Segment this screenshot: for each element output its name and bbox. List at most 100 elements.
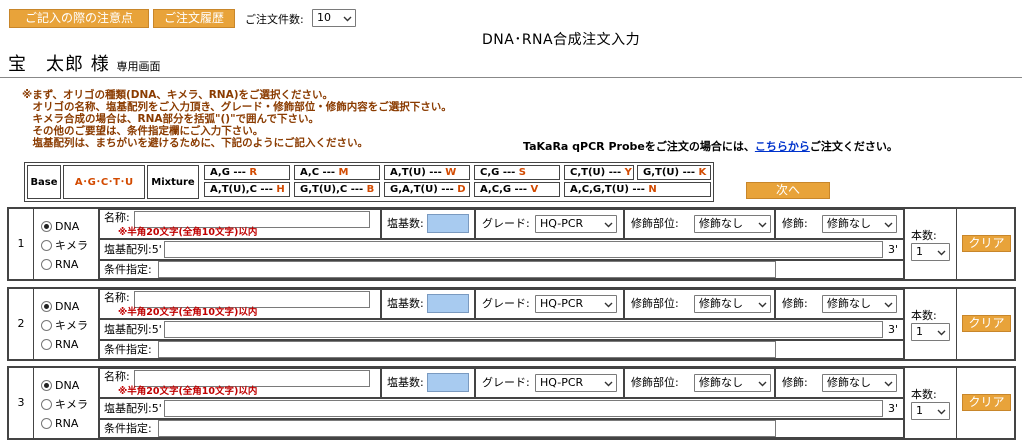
- note-line: ※まず、オリゴの種類(DNA、キメラ、RNA)をご選択ください。: [22, 89, 333, 101]
- probe-link[interactable]: こちらから: [755, 140, 810, 153]
- clear-button[interactable]: クリア: [962, 235, 1011, 252]
- quantity-select[interactable]: 1: [911, 243, 950, 261]
- mixture-code: H: [276, 184, 285, 195]
- mod-cell: 修飾: 修飾なし: [775, 368, 904, 398]
- conditions-input[interactable]: [158, 341, 776, 358]
- name-label: 名称:: [104, 211, 130, 224]
- base-count-label: 塩基数:: [387, 217, 424, 230]
- mixture-code: M: [338, 167, 349, 178]
- chevron-down-icon: [937, 407, 946, 416]
- type-rna-radio[interactable]: RNA: [41, 338, 101, 352]
- mod-site-cell: 修飾部位: 修飾なし: [624, 368, 775, 398]
- name-warning: ※半角20文字(全角10文字)以内: [118, 386, 258, 397]
- type-chimera-label: キメラ: [55, 239, 88, 252]
- instructions: ※まず、オリゴの種類(DNA、キメラ、RNA)をご選択ください。 オリゴの名称、…: [22, 89, 452, 149]
- oligo-name-input[interactable]: [134, 291, 370, 308]
- mod-select[interactable]: 修飾なし: [822, 374, 897, 392]
- radio-icon: [41, 221, 52, 232]
- grade-select[interactable]: HQ-PCR: [535, 215, 617, 233]
- type-chimera-radio[interactable]: キメラ: [41, 239, 101, 253]
- mod-select[interactable]: 修飾なし: [822, 295, 897, 313]
- type-rna-label: RNA: [55, 338, 79, 351]
- grade-select[interactable]: HQ-PCR: [535, 374, 617, 392]
- conditions-input[interactable]: [158, 261, 776, 278]
- grade-cell: グレード: HQ-PCR: [475, 289, 624, 319]
- clear-button[interactable]: クリア: [962, 315, 1011, 332]
- chevron-down-icon: [343, 14, 352, 23]
- type-dna-label: DNA: [55, 300, 80, 313]
- notes-button[interactable]: ご記入の際の注意点: [9, 9, 149, 28]
- type-chimera-radio[interactable]: キメラ: [41, 398, 101, 412]
- radio-icon: [41, 320, 52, 331]
- grade-label: グレード:: [482, 217, 530, 230]
- conditions-label: 条件指定:: [104, 343, 152, 356]
- quantity-cell: 本数: 1: [904, 209, 957, 279]
- quantity-select[interactable]: 1: [911, 323, 950, 341]
- mod-select[interactable]: 修飾なし: [822, 215, 897, 233]
- base-code-table: Base A･G･C･T･U Mixture A,G --- R A,C --- …: [24, 162, 714, 202]
- quantity-label: 本数:: [911, 309, 937, 322]
- sequence-label: 塩基配列:5': [104, 402, 162, 415]
- radio-icon: [41, 399, 52, 410]
- conditions-label: 条件指定:: [104, 263, 152, 276]
- mod-site-label: 修飾部位:: [631, 376, 679, 389]
- three-prime-label: 3': [888, 323, 899, 336]
- name-cell: 名称: ※半角20文字(全角10文字)以内: [99, 289, 381, 319]
- order-count-select[interactable]: 10: [312, 9, 356, 27]
- order-fields: 名称: ※半角20文字(全角10文字)以内 塩基数: グレード: HQ-PCR …: [99, 289, 904, 359]
- sequence-label: 塩基配列:5': [104, 323, 162, 336]
- oligo-name-input[interactable]: [134, 370, 370, 387]
- chevron-down-icon: [604, 300, 613, 309]
- quantity-value: 1: [916, 325, 923, 338]
- mod-label: 修飾:: [782, 217, 808, 230]
- type-dna-radio[interactable]: DNA: [41, 220, 101, 234]
- mixture-code: B: [366, 184, 375, 195]
- type-rna-radio[interactable]: RNA: [41, 417, 101, 431]
- three-prime-label: 3': [888, 243, 899, 256]
- mixture-code: W: [445, 167, 457, 178]
- sequence-label: 塩基配列:5': [104, 243, 162, 256]
- mod-site-select[interactable]: 修飾なし: [694, 374, 771, 392]
- order-count-label: ご注文件数:: [245, 13, 304, 26]
- conditions-cell: 条件指定:: [99, 419, 904, 438]
- user-suffix: 専用画面: [116, 60, 161, 73]
- sequence-cell: 塩基配列:5' 3': [99, 398, 904, 419]
- type-rna-radio[interactable]: RNA: [41, 258, 101, 272]
- mixture-code-cell: G,T(U),C --- B: [294, 182, 380, 197]
- quantity-select[interactable]: 1: [911, 402, 950, 420]
- clear-cell: クリア: [957, 289, 1014, 359]
- type-dna-radio[interactable]: DNA: [41, 379, 101, 393]
- chevron-down-icon: [884, 300, 893, 309]
- mixture-combo: G,T(U) ---: [643, 167, 699, 178]
- oligo-name-input[interactable]: [134, 211, 370, 228]
- sequence-input[interactable]: [164, 241, 883, 258]
- mod-site-select[interactable]: 修飾なし: [694, 215, 771, 233]
- chevron-down-icon: [758, 300, 767, 309]
- grade-value: HQ-PCR: [540, 217, 584, 230]
- grade-select[interactable]: HQ-PCR: [535, 295, 617, 313]
- mod-label: 修飾:: [782, 376, 808, 389]
- next-button[interactable]: 次へ: [746, 182, 830, 199]
- mixture-code-cell: C,G --- S: [474, 165, 560, 180]
- mod-site-select[interactable]: 修飾なし: [694, 295, 771, 313]
- order-history-button[interactable]: ご注文履歴: [153, 9, 235, 28]
- sequence-input[interactable]: [164, 400, 883, 417]
- mod-site-label: 修飾部位:: [631, 217, 679, 230]
- mixture-code: N: [648, 184, 657, 195]
- conditions-label: 条件指定:: [104, 422, 152, 435]
- header-divider: [0, 77, 1022, 78]
- quantity-value: 1: [916, 245, 923, 258]
- type-chimera-label: キメラ: [55, 398, 88, 411]
- name-label: 名称:: [104, 370, 130, 383]
- mixture-code-cell: G,T(U) --- K: [637, 165, 711, 180]
- probe-suffix: ご注文ください。: [809, 140, 898, 153]
- mixture-combo: C,T(U) ---: [570, 167, 625, 178]
- conditions-input[interactable]: [158, 420, 776, 437]
- clear-button[interactable]: クリア: [962, 394, 1011, 411]
- user-name-text: 宝 太郎 様: [8, 54, 110, 75]
- base-count-cell: 塩基数:: [381, 289, 475, 319]
- type-dna-radio[interactable]: DNA: [41, 300, 101, 314]
- type-chimera-radio[interactable]: キメラ: [41, 319, 101, 333]
- sequence-input[interactable]: [164, 321, 883, 338]
- mod-site-value: 修飾なし: [699, 297, 743, 310]
